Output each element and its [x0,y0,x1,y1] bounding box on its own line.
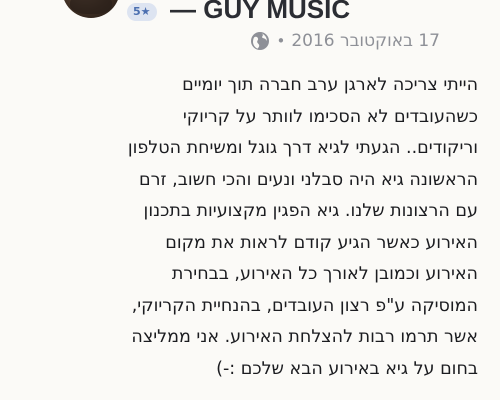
review-text-line: אשר תרמו רבות להצלחת האירוע. אני ממליצה [131,327,478,347]
page-name[interactable]: — GUY MUSIC [170,0,350,24]
review-text-line: עם הרצונות שלנו. גיא הפגין מקצועיות בתכנ… [143,201,478,221]
review-text-line: כשהעובדים לא הסכימו לוותר על קריוקי [182,106,478,127]
post-date[interactable]: 17 באוקטובר 2016 [291,31,440,51]
post-meta: 17 באוקטובר 2016 • [250,28,440,54]
review-text-line: המוסיקה ע"פ רצון העובדים, בהנחיית הקריוק… [131,295,478,316]
review-text-line: האירוע וכמובן לאורך כל האירוע, בבחירת [171,264,478,284]
review-text-line: וריקודים.. הגעתי לגיא דרך גוגל ומשיחת הט… [127,138,478,158]
globe-icon [250,31,270,51]
review-text-line: בחום על גיא באירוע הבא שלכם :-) [216,358,478,379]
rating-badge: 5★ [127,3,157,21]
meta-separator: • [276,32,286,50]
review-text: הייתי צריכה לארגן ערב חברה תוך יומיים כש… [22,70,478,385]
avatar[interactable] [62,0,120,18]
review-post: 5★ — GUY MUSIC 17 באוקטובר 2016 • הייתי … [0,0,500,400]
avatar-photo [70,0,112,14]
review-text-line: הראשונה גיא היה סבלני ונעים והכי חשוב, ז… [139,169,478,190]
review-text-line: האירוע כאשר הגיע קודם לראות את מקום [165,232,478,253]
review-text-line: הייתי צריכה לארגן ערב חברה תוך יומיים [182,75,478,95]
